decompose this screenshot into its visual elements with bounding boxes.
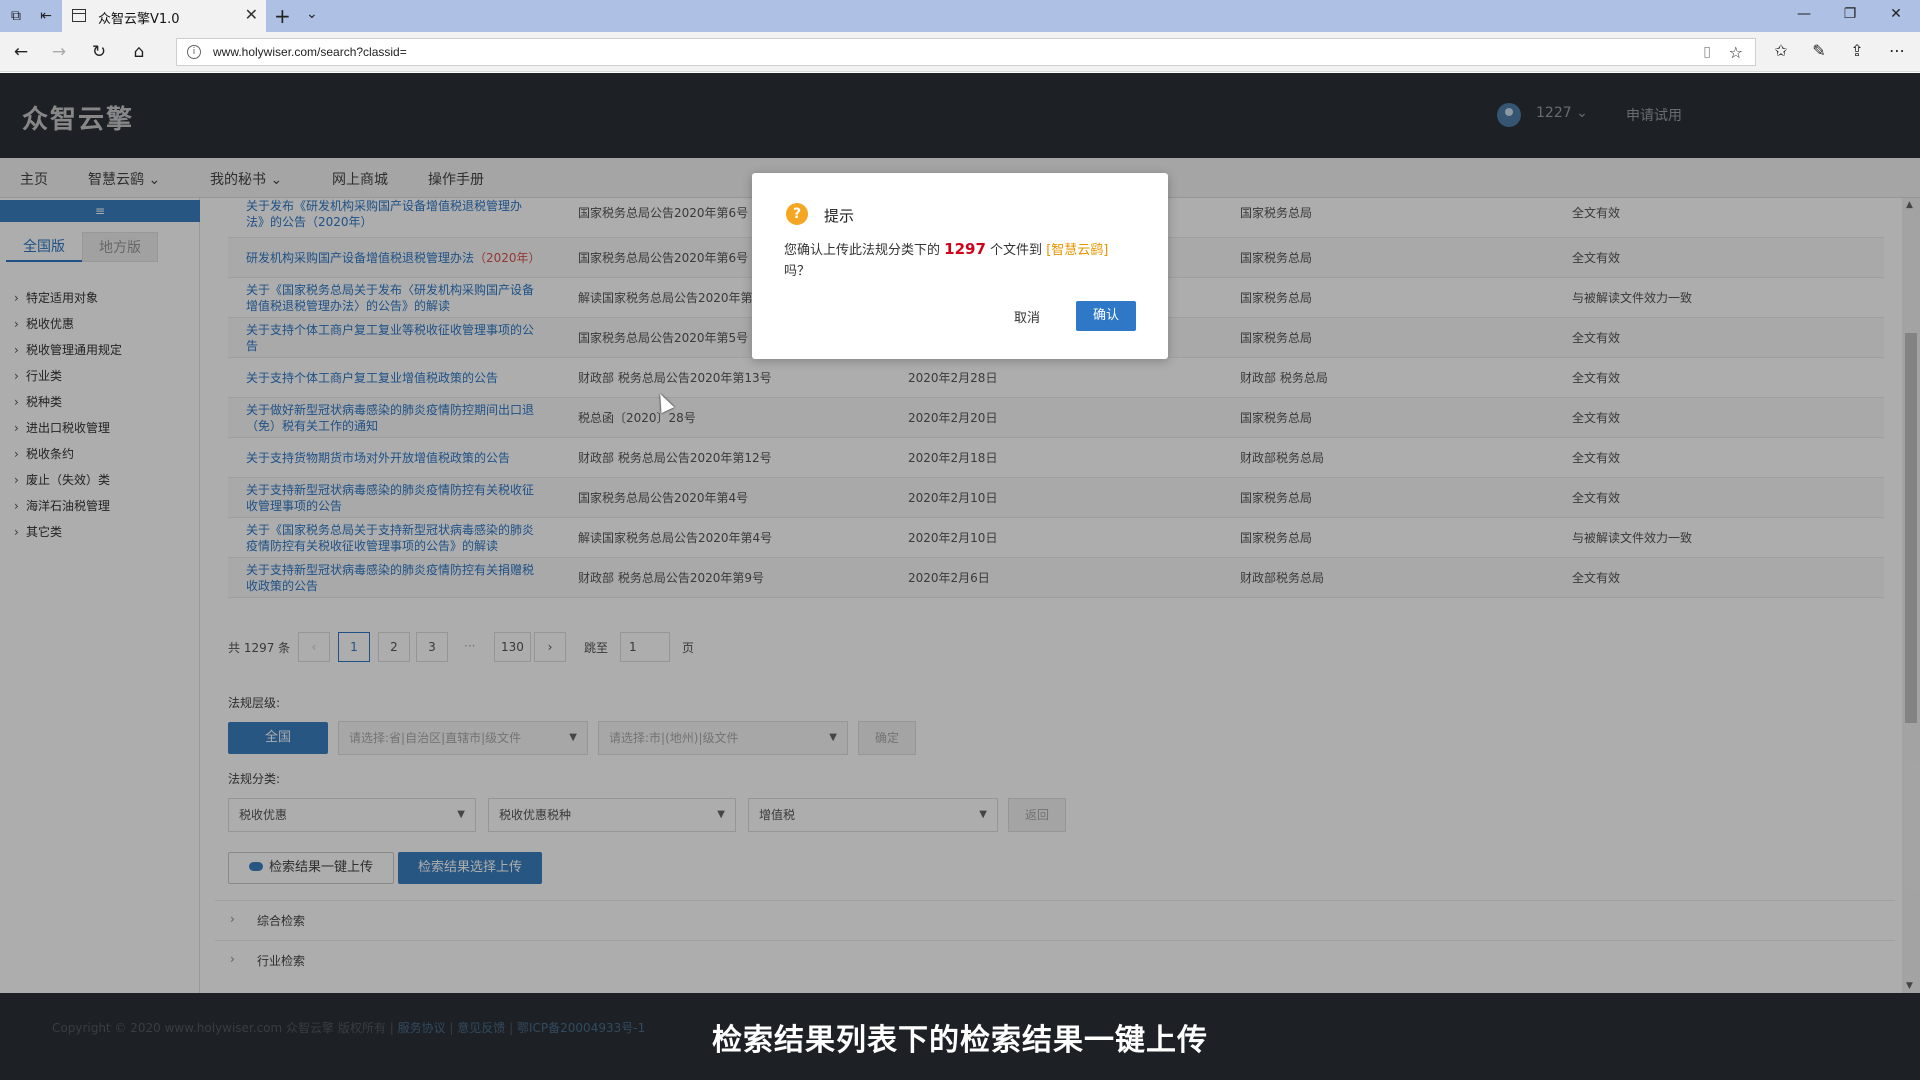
dialog-title: 提示	[824, 207, 855, 225]
close-window-icon[interactable]: ✕	[1884, 6, 1908, 22]
tab-title: 众智云擎V1.0	[98, 12, 180, 27]
msg-prefix: 您确认上传此法规分类下的	[784, 243, 941, 258]
new-tab-icon[interactable]: +	[274, 4, 291, 28]
refresh-icon[interactable]: ↻	[88, 41, 110, 63]
upload-target: [智慧云鹞]	[1046, 243, 1109, 258]
browser-tab-bar: ⧉ ⇤ 众智云擎V1.0 ✕ + ⌄ — ❐ ✕	[0, 0, 1920, 32]
cancel-button[interactable]: 取消	[1014, 307, 1040, 326]
msg-suffix: 吗？	[784, 264, 811, 279]
address-bar: ← → ↻ ⌂ i www.holywiser.com/search?class…	[0, 32, 1920, 72]
favorite-star-icon[interactable]: ☆	[1729, 43, 1743, 62]
warning-icon: ?	[786, 203, 808, 225]
msg-mid: 个文件到	[990, 243, 1043, 258]
confirm-dialog: ? 提示 您确认上传此法规分类下的 1297 个文件到 [智慧云鹞] 吗？ 取消…	[752, 173, 1168, 359]
site-info-icon[interactable]: i	[187, 45, 201, 59]
home-icon[interactable]: ⌂	[128, 41, 150, 63]
back-tabs-icon[interactable]: ⇤	[36, 6, 56, 26]
share-icon[interactable]: ⇪	[1846, 41, 1868, 60]
browser-tab[interactable]: 众智云擎V1.0 ✕	[62, 0, 266, 32]
minimize-icon[interactable]: —	[1792, 6, 1816, 22]
reading-view-icon[interactable]: ▯	[1703, 44, 1711, 60]
file-count: 1297	[944, 240, 986, 258]
forward-icon[interactable]: →	[48, 41, 70, 63]
dialog-message: 您确认上传此法规分类下的 1297 个文件到 [智慧云鹞] 吗？	[784, 239, 1144, 282]
confirm-button[interactable]: 确认	[1076, 301, 1136, 331]
tab-manager-icon[interactable]: ⧉	[6, 6, 26, 26]
favorites-icon[interactable]: ✩	[1770, 41, 1792, 60]
video-caption: 检索结果列表下的检索结果一键上传	[712, 1023, 1208, 1058]
pen-icon[interactable]: ✎	[1808, 41, 1830, 60]
more-icon[interactable]: ⋯	[1886, 41, 1908, 60]
url-text[interactable]: www.holywiser.com/search?classid=	[213, 45, 407, 59]
tab-list-icon[interactable]: ⌄	[306, 6, 318, 22]
page-icon	[72, 9, 86, 22]
url-field[interactable]: i www.holywiser.com/search?classid= ▯ ☆	[176, 38, 1756, 66]
back-icon[interactable]: ←	[10, 41, 32, 63]
close-tab-icon[interactable]: ✕	[245, 5, 258, 24]
restore-icon[interactable]: ❐	[1838, 6, 1862, 22]
